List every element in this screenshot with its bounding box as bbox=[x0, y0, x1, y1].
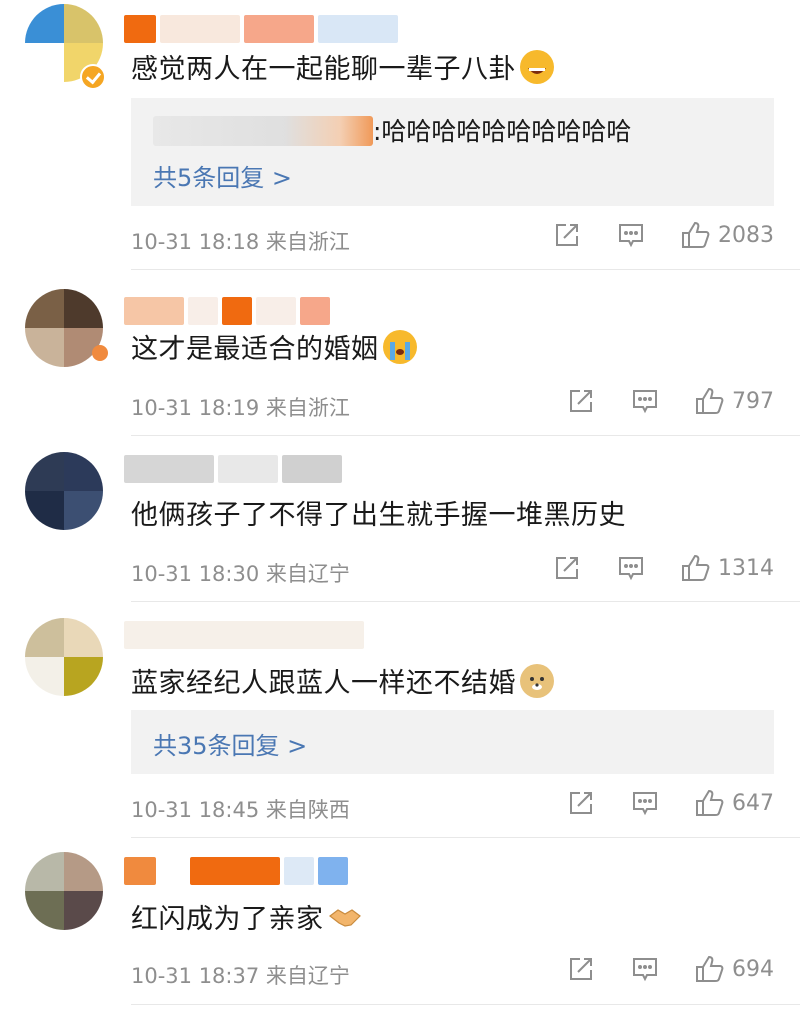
more-replies-link[interactable]: 共5条回复 > bbox=[153, 158, 292, 193]
comment-item: 这才是最适合的婚姻 10-31 18:19 来自浙江 797 bbox=[0, 270, 800, 436]
username[interactable] bbox=[124, 14, 398, 44]
badge-icon bbox=[92, 345, 108, 361]
like-count: 2083 bbox=[718, 222, 774, 248]
reply-box[interactable]: 共35条回复 > bbox=[131, 710, 774, 774]
comment-icon[interactable] bbox=[616, 553, 646, 583]
comment-text: 感觉两人在一起能聊一辈子八卦 bbox=[131, 50, 554, 88]
grin-emoji-icon bbox=[520, 50, 554, 84]
comment-meta: 10-31 18:18 来自浙江 bbox=[131, 230, 350, 254]
thumbs-up-icon bbox=[694, 954, 726, 984]
like-button[interactable]: 694 bbox=[694, 954, 774, 984]
reply-username bbox=[153, 116, 373, 146]
divider bbox=[131, 1004, 800, 1005]
comment-meta: 10-31 18:45 来自陕西 bbox=[131, 798, 350, 822]
like-button[interactable]: 1314 bbox=[680, 553, 774, 583]
comment-text: 这才是最适合的婚姻 bbox=[131, 330, 417, 368]
like-button[interactable]: 2083 bbox=[680, 220, 774, 250]
more-replies-link[interactable]: 共35条回复 > bbox=[153, 726, 307, 761]
comment-item: 感觉两人在一起能聊一辈子八卦 :哈哈哈哈哈哈哈哈哈哈 共5条回复 > 10-31… bbox=[0, 0, 800, 270]
comment-item: 他俩孩子了不得了出生就手握一堆黑历史 10-31 18:30 来自辽宁 1314 bbox=[0, 436, 800, 602]
doge-emoji-icon bbox=[520, 664, 554, 698]
comment-meta: 10-31 18:37 来自辽宁 bbox=[131, 964, 350, 988]
username[interactable] bbox=[124, 296, 330, 326]
comment-icon[interactable] bbox=[630, 788, 660, 818]
thumbs-up-icon bbox=[680, 553, 712, 583]
like-button[interactable]: 797 bbox=[694, 386, 774, 416]
thumbs-up-icon bbox=[680, 220, 712, 250]
username[interactable] bbox=[124, 856, 348, 886]
thumbs-up-icon bbox=[694, 788, 726, 818]
like-count: 797 bbox=[732, 388, 774, 414]
comment-item: 蓝家经纪人跟蓝人一样还不结婚 共35条回复 > 10-31 18:45 来自陕西… bbox=[0, 602, 800, 838]
like-count: 1314 bbox=[718, 555, 774, 581]
avatar[interactable] bbox=[25, 852, 103, 930]
share-icon[interactable] bbox=[566, 954, 596, 984]
avatar[interactable] bbox=[25, 452, 103, 530]
crying-emoji-icon bbox=[382, 330, 417, 364]
share-icon[interactable] bbox=[552, 553, 582, 583]
avatar[interactable] bbox=[25, 618, 103, 696]
comment-icon[interactable] bbox=[616, 220, 646, 250]
comment-icon[interactable] bbox=[630, 386, 660, 416]
verified-badge-icon bbox=[80, 64, 106, 90]
username[interactable] bbox=[124, 620, 364, 650]
username[interactable] bbox=[124, 454, 342, 484]
handshake-emoji-icon bbox=[328, 900, 362, 934]
comment-icon[interactable] bbox=[630, 954, 660, 984]
comment-meta: 10-31 18:30 来自辽宁 bbox=[131, 562, 350, 586]
comment-text: 蓝家经纪人跟蓝人一样还不结婚 bbox=[131, 664, 554, 702]
comment-item: 红闪成为了亲家 10-31 18:37 来自辽宁 694 bbox=[0, 838, 800, 1010]
like-count: 694 bbox=[732, 956, 774, 982]
comment-meta: 10-31 18:19 来自浙江 bbox=[131, 396, 350, 420]
share-icon[interactable] bbox=[552, 220, 582, 250]
comment-text: 他俩孩子了不得了出生就手握一堆黑历史 bbox=[131, 500, 626, 531]
share-icon[interactable] bbox=[566, 386, 596, 416]
thumbs-up-icon bbox=[694, 386, 726, 416]
reply-box[interactable]: :哈哈哈哈哈哈哈哈哈哈 共5条回复 > bbox=[131, 98, 774, 206]
reply-preview: :哈哈哈哈哈哈哈哈哈哈 bbox=[153, 112, 631, 148]
like-count: 647 bbox=[732, 790, 774, 816]
like-button[interactable]: 647 bbox=[694, 788, 774, 818]
share-icon[interactable] bbox=[566, 788, 596, 818]
avatar[interactable] bbox=[25, 289, 103, 367]
comment-text: 红闪成为了亲家 bbox=[131, 900, 362, 938]
